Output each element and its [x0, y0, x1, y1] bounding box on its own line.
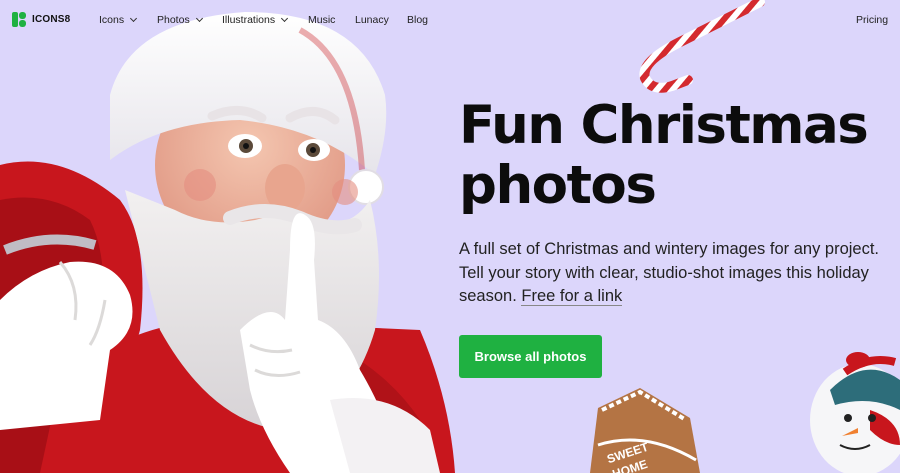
- nav-item-music[interactable]: Music: [308, 14, 335, 26]
- nav-label: Blog: [407, 14, 429, 26]
- brand-logo[interactable]: ICONS8: [12, 12, 70, 27]
- hero-title-line2: photos: [459, 155, 657, 216]
- nav-item-photos[interactable]: Photos: [157, 14, 203, 26]
- hero-illustration: SWEET HOME: [0, 0, 900, 473]
- nav-item-lunacy[interactable]: Lunacy: [355, 14, 389, 26]
- nav-label: Illustrations: [222, 14, 276, 26]
- nav-label: Pricing: [856, 14, 889, 26]
- hero-description: A full set of Christmas and wintery imag…: [459, 238, 889, 309]
- chevron-down-icon: [281, 14, 289, 23]
- browse-all-photos-button[interactable]: Browse all photos: [459, 335, 602, 378]
- nav-item-illustrations[interactable]: Illustrations: [222, 14, 289, 26]
- hero-title: Fun Christmas photos: [459, 96, 899, 216]
- nav-item-icons[interactable]: Icons: [99, 14, 138, 26]
- brand-name: ICONS8: [32, 14, 71, 25]
- nav-item-pricing[interactable]: Pricing: [856, 14, 888, 26]
- chevron-down-icon: [130, 14, 138, 23]
- nav-item-blog[interactable]: Blog: [407, 14, 428, 26]
- snowman-ornament: [810, 352, 900, 473]
- nav-label: Icons: [99, 14, 125, 26]
- logo-icon: [12, 12, 26, 27]
- hero-title-line1: Fun Christmas: [459, 95, 869, 156]
- free-for-link[interactable]: Free for a link: [521, 287, 623, 306]
- nav-label: Lunacy: [355, 14, 389, 26]
- nav-label: Music: [308, 14, 336, 26]
- chevron-down-icon: [195, 14, 203, 23]
- nav-label: Photos: [157, 14, 190, 26]
- top-nav: ICONS8 Icons Photos Illustrations Music …: [0, 0, 900, 40]
- gingerbread-cookie: SWEET HOME: [590, 388, 700, 473]
